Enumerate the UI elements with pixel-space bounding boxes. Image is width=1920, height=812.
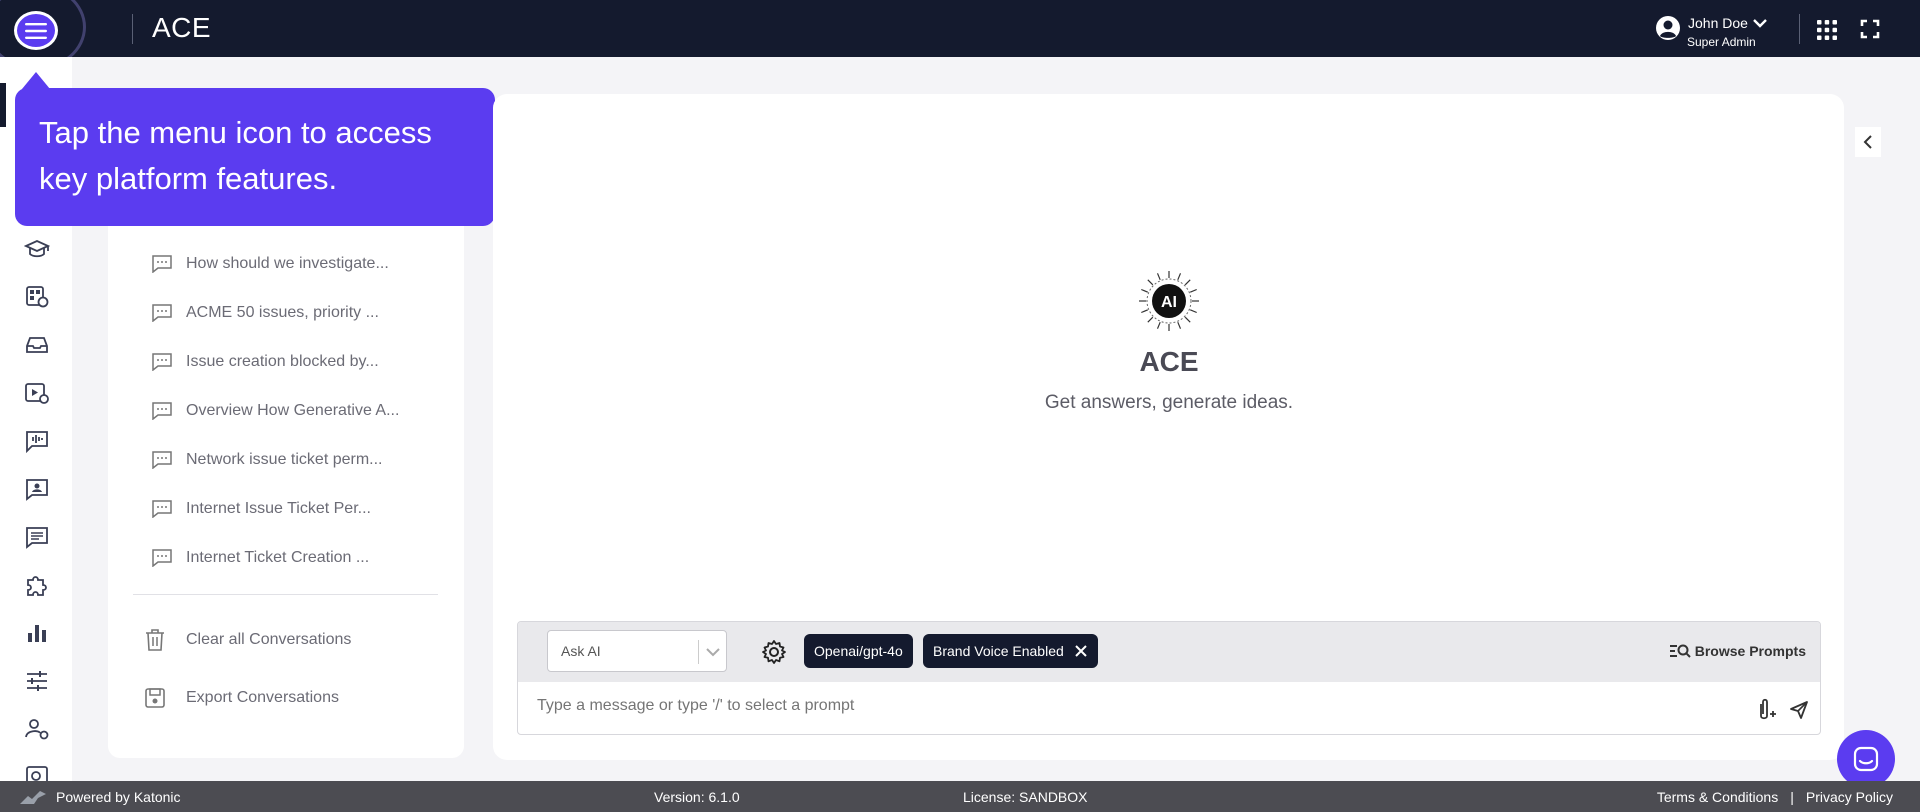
version-label: Version: 6.1.0 [654,789,740,805]
conversation-label: ACME 50 issues, priority ... [186,304,379,321]
ai-logo-icon: AI [1139,271,1199,331]
conversation-item[interactable]: Network issue ticket perm... [152,448,383,472]
audio-chat-icon[interactable] [24,428,50,454]
user-menu[interactable]: John Doe Super Admin [1655,15,1768,49]
video-settings-icon[interactable] [24,380,50,406]
menu-button[interactable] [14,11,58,50]
mode-select-value: Ask AI [561,643,601,659]
user-role: Super Admin [1687,35,1756,49]
conversation-label: How should we investigate... [186,255,389,272]
ai-logo-text: AI [1161,294,1177,311]
brand-voice-chip-label: Brand Voice Enabled [933,643,1064,659]
top-bar: ACE John Doe Super Admin [0,0,1920,70]
user-settings-icon[interactable] [24,716,50,742]
conversation-item[interactable]: Internet Ticket Creation ... [152,546,369,570]
composer-toolbar: Ask AI Openai/gpt-4o Brand Voice Enabled… [518,622,1820,682]
browse-prompts-button[interactable]: Browse Prompts [1669,642,1806,660]
brand-voice-chip[interactable]: Brand Voice Enabled [923,634,1098,668]
conversation-item[interactable]: How should we investigate... [152,252,389,276]
id-card-link-icon[interactable] [24,284,50,310]
chat-bubble-icon [152,255,172,273]
chevron-down-icon [706,648,720,657]
bar-chart-icon[interactable] [24,620,50,646]
close-icon[interactable] [1074,644,1088,658]
graduation-cap-icon[interactable] [24,236,50,262]
header-divider [132,14,133,44]
support-chat-button[interactable] [1837,730,1895,788]
assistant-subtitle: Get answers, generate ideas. [1044,392,1294,413]
footer: Powered by Katonic Version: 6.1.0 Licens… [0,781,1920,812]
conversation-divider [133,594,438,595]
menu-icon [25,22,47,39]
powered-by-label: Powered by Katonic [56,789,181,805]
chevron-left-icon [1863,135,1872,149]
browse-prompts-label: Browse Prompts [1694,643,1806,659]
chat-bubble-icon [152,304,172,322]
conversation-item[interactable]: Overview How Generative A... [152,399,399,423]
contact-chat-icon[interactable] [24,476,50,502]
footer-links: Terms & Conditions | Privacy Policy [1657,789,1893,805]
license-label: License: SANDBOX [963,789,1088,805]
clear-conversations-label: Clear all Conversations [186,631,352,648]
inbox-tray-icon[interactable] [24,332,50,358]
assistant-title: ACE [1139,346,1199,377]
conversation-label: Internet Ticket Creation ... [186,549,370,566]
chevron-down-icon [1753,19,1767,28]
terms-link[interactable]: Terms & Conditions [1657,789,1778,805]
katonic-logo-icon [20,791,46,804]
conversation-label: Issue creation blocked by... [186,353,379,370]
attach-file-icon[interactable] [1755,698,1777,722]
model-chip[interactable]: Openai/gpt-4o [804,634,913,668]
active-indicator [0,83,6,127]
select-separator [698,640,699,664]
powered-by: Powered by Katonic [18,788,181,806]
conversation-label: Overview How Generative A... [186,402,400,419]
list-chat-icon[interactable] [24,524,50,550]
footer-separator: | [1790,789,1794,805]
privacy-link[interactable]: Privacy Policy [1806,789,1893,805]
message-composer: Ask AI Openai/gpt-4o Brand Voice Enabled… [517,621,1821,735]
sliders-icon[interactable] [24,668,50,694]
chat-bubble-icon [152,402,172,420]
list-search-icon [1669,644,1691,658]
save-icon [145,688,165,708]
chat-icon [1853,746,1879,772]
conversation-label: Network issue ticket perm... [186,451,383,468]
export-conversations-label: Export Conversations [186,689,339,706]
tooltip-arrow [22,72,50,89]
model-chip-label: Openai/gpt-4o [814,643,903,659]
gear-icon[interactable] [761,639,787,665]
conversation-item[interactable]: Issue creation blocked by... [152,350,379,374]
export-conversations-button[interactable]: Export Conversations [144,686,339,710]
chat-bubble-icon [152,549,172,567]
chat-main-panel: AI ACE Get answers, generate ideas. Ask … [493,94,1844,760]
conversation-item[interactable]: ACME 50 issues, priority ... [152,301,379,325]
puzzle-icon[interactable] [24,572,50,598]
user-circle-icon [1656,16,1680,40]
onboarding-tooltip: Tap the menu icon to access key platform… [15,88,495,226]
conversation-item[interactable]: Internet Issue Ticket Per... [152,497,371,521]
chat-bubble-icon [152,451,172,469]
message-input[interactable] [537,697,1687,715]
mode-select[interactable]: Ask AI [547,630,727,672]
fullscreen-icon[interactable] [1860,19,1880,39]
app-title: ACE [152,12,212,43]
chat-bubble-icon [152,353,172,371]
apps-grid-icon[interactable] [1816,19,1838,41]
conversation-label: Internet Issue Ticket Per... [186,500,371,517]
send-icon[interactable] [1789,700,1809,720]
user-name: John Doe [1688,15,1748,31]
header-divider-right [1799,14,1800,44]
collapse-panel-button[interactable] [1855,127,1881,157]
trash-icon [146,629,164,651]
chat-bubble-icon [152,500,172,518]
clear-conversations-button[interactable]: Clear all Conversations [144,628,351,652]
